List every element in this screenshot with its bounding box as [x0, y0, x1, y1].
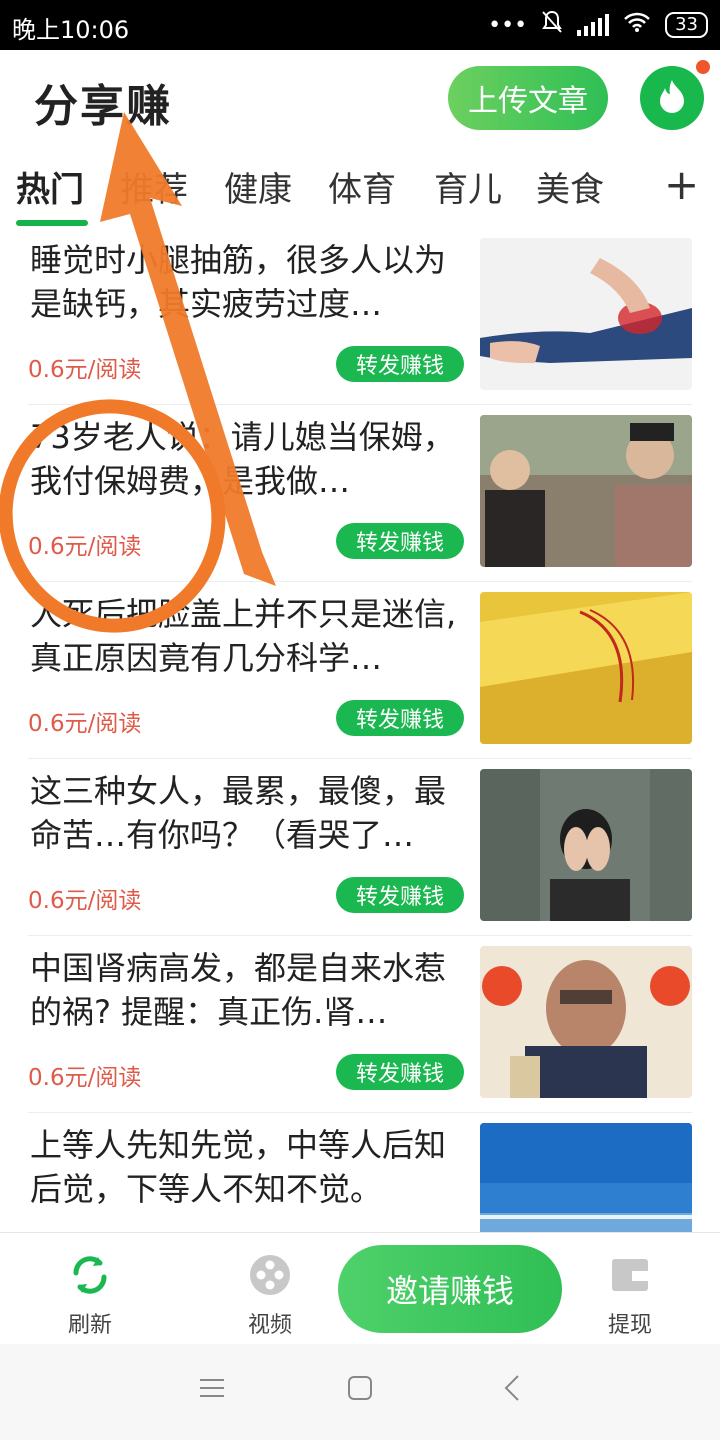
- wallet-icon: [608, 1253, 652, 1301]
- tab-parenting[interactable]: 育儿: [434, 162, 502, 211]
- notification-dot: [696, 60, 710, 74]
- article-title[interactable]: 睡觉时小腿抽筋，很多人以为是缺钙，其实疲劳过度…: [30, 238, 460, 326]
- article-thumbnail[interactable]: [480, 946, 692, 1098]
- article-item[interactable]: 睡觉时小腿抽筋，很多人以为是缺钙，其实疲劳过度… 0.6元/阅读 转发赚钱: [28, 228, 692, 405]
- article-feed: 睡觉时小腿抽筋，很多人以为是缺钙，其实疲劳过度… 0.6元/阅读 转发赚钱 73…: [0, 228, 720, 1290]
- add-tab-icon[interactable]: +: [664, 160, 699, 209]
- invite-earn-button[interactable]: 邀请赚钱: [338, 1245, 562, 1333]
- active-tab-indicator: [16, 220, 88, 226]
- share-earn-button[interactable]: 转发赚钱: [336, 700, 464, 736]
- article-price: 0.6元/阅读: [28, 534, 142, 560]
- article-thumbnail[interactable]: [480, 769, 692, 921]
- nav-video-label: 视频: [247, 1313, 292, 1338]
- article-title[interactable]: 这三种女人，最累，最傻，最命苦…有你吗？（看哭了…: [30, 769, 460, 857]
- signal-icon: [577, 14, 610, 36]
- article-thumbnail[interactable]: [480, 238, 692, 390]
- article-title[interactable]: 上等人先知先觉，中等人后知后觉，下等人不知不觉。: [30, 1123, 460, 1211]
- article-price: 0.6元/阅读: [28, 1065, 142, 1091]
- system-navigation: [0, 1344, 720, 1440]
- flame-icon: [657, 78, 687, 118]
- nav-withdraw-label: 提现: [607, 1313, 652, 1338]
- tab-health[interactable]: 健康: [224, 162, 292, 211]
- nav-refresh[interactable]: 刷新: [30, 1253, 150, 1339]
- wifi-icon: [623, 11, 651, 39]
- app-title: 分享赚: [34, 81, 172, 132]
- refresh-icon: [68, 1253, 112, 1301]
- article-thumbnail[interactable]: [480, 592, 692, 744]
- tab-recommend[interactable]: 推荐: [120, 162, 188, 211]
- nav-refresh-label: 刷新: [67, 1313, 112, 1338]
- article-price: 0.6元/阅读: [28, 357, 142, 383]
- back-icon[interactable]: [500, 1374, 528, 1406]
- article-item[interactable]: 中国肾病高发，都是自来水惹的祸? 提醒：真正伤.肾… 0.6元/阅读 转发赚钱: [28, 936, 692, 1113]
- share-earn-button[interactable]: 转发赚钱: [336, 346, 464, 382]
- menu-icon[interactable]: [198, 1374, 226, 1406]
- tab-sports[interactable]: 体育: [328, 162, 396, 211]
- share-earn-button[interactable]: 转发赚钱: [336, 877, 464, 913]
- share-earn-button[interactable]: 转发赚钱: [336, 523, 464, 559]
- upload-article-button[interactable]: 上传文章: [448, 66, 608, 130]
- article-item[interactable]: 这三种女人，最累，最傻，最命苦…有你吗？（看哭了… 0.6元/阅读 转发赚钱: [28, 759, 692, 936]
- article-thumbnail[interactable]: [480, 415, 692, 567]
- more-dots-icon: •••: [488, 12, 528, 38]
- nav-video[interactable]: 视频: [210, 1253, 330, 1339]
- article-title[interactable]: 73岁老人说：请儿媳当保姆，我付保姆费，是我做…: [30, 415, 460, 503]
- article-item[interactable]: 73岁老人说：请儿媳当保姆，我付保姆费，是我做… 0.6元/阅读 转发赚钱: [28, 405, 692, 582]
- article-item[interactable]: 人死后把脸盖上并不只是迷信,真正原因竟有几分科学… 0.6元/阅读 转发赚钱: [28, 582, 692, 759]
- app-header: 分享赚 上传文章: [0, 50, 720, 150]
- mute-bell-icon: [541, 10, 563, 40]
- film-reel-icon: [248, 1253, 292, 1301]
- article-title[interactable]: 中国肾病高发，都是自来水惹的祸? 提醒：真正伤.肾…: [30, 946, 460, 1034]
- tab-hot[interactable]: 热门: [16, 162, 84, 211]
- category-tabs: 热门 推荐 健康 体育 育儿 美食 +: [0, 150, 720, 228]
- share-earn-button[interactable]: 转发赚钱: [336, 1054, 464, 1090]
- status-time: 晚上10:06: [12, 16, 130, 44]
- nav-withdraw[interactable]: 提现: [570, 1253, 690, 1339]
- article-price: 0.6元/阅读: [28, 888, 142, 914]
- home-icon[interactable]: [346, 1374, 374, 1406]
- tab-food[interactable]: 美食: [536, 162, 604, 211]
- bottom-navigation: 刷新 视频 邀请赚钱 提现: [0, 1232, 720, 1345]
- status-bar: 晚上10:06 ••• 33: [0, 0, 720, 50]
- battery-indicator: 33: [665, 12, 708, 38]
- article-title[interactable]: 人死后把脸盖上并不只是迷信,真正原因竟有几分科学…: [30, 592, 460, 680]
- article-price: 0.6元/阅读: [28, 711, 142, 737]
- hot-button[interactable]: [640, 66, 704, 130]
